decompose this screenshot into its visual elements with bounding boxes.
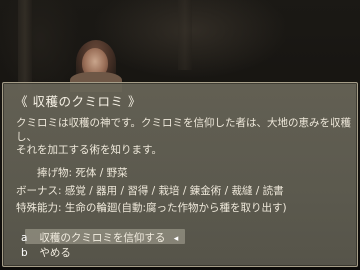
ability-value: 生命の輪廻(自動:腐った作物から種を取り出す) xyxy=(64,202,287,214)
option-label: 収穫のクミロミを信仰する xyxy=(39,232,166,244)
option-key: b xyxy=(21,247,28,259)
description-line: クミロミは収穫の神です。クミロミを信仰した者は、大地の恵みを収穫し、 xyxy=(16,117,351,143)
god-description: クミロミは収穫の神です。クミロミを信仰した者は、大地の恵みを収穫し、 それを加工… xyxy=(16,117,352,158)
shadow-pillar xyxy=(18,0,32,90)
bonus-row: ボーナス: 感覚 / 器用 / 習得 / 栽培 / 錬金術 / 裁縫 / 読書 xyxy=(16,183,284,198)
offerings-label: 捧げ物: xyxy=(37,167,73,179)
option-worship[interactable]: a 収穫のクミロミを信仰する ◂ xyxy=(21,229,185,244)
option-key: a xyxy=(21,232,28,244)
ability-row: 特殊能力: 生命の輪廻(自動:腐った作物から種を取り出す) xyxy=(16,200,287,215)
shadow-pillar xyxy=(178,0,192,70)
god-info-dialog: 《 収穫のクミロミ 》 クミロミは収穫の神です。クミロミを信仰した者は、大地の恵… xyxy=(2,82,358,267)
offerings-value: 死体 / 野菜 xyxy=(75,167,128,179)
option-label: やめる xyxy=(39,247,71,259)
bonus-label: ボーナス: xyxy=(16,185,62,197)
option-cancel[interactable]: b やめる xyxy=(21,245,71,259)
cursor-arrow-icon: ◂ xyxy=(173,234,179,244)
ability-label: 特殊能力: xyxy=(16,202,62,214)
dialog-title: 《 収穫のクミロミ 》 xyxy=(15,94,141,109)
description-line: それを加工する術を知ります。 xyxy=(16,144,162,156)
bonus-value: 感覚 / 器用 / 習得 / 栽培 / 錬金術 / 裁縫 / 読書 xyxy=(64,185,284,197)
offerings-row: 捧げ物: 死体 / 野菜 xyxy=(37,165,128,180)
